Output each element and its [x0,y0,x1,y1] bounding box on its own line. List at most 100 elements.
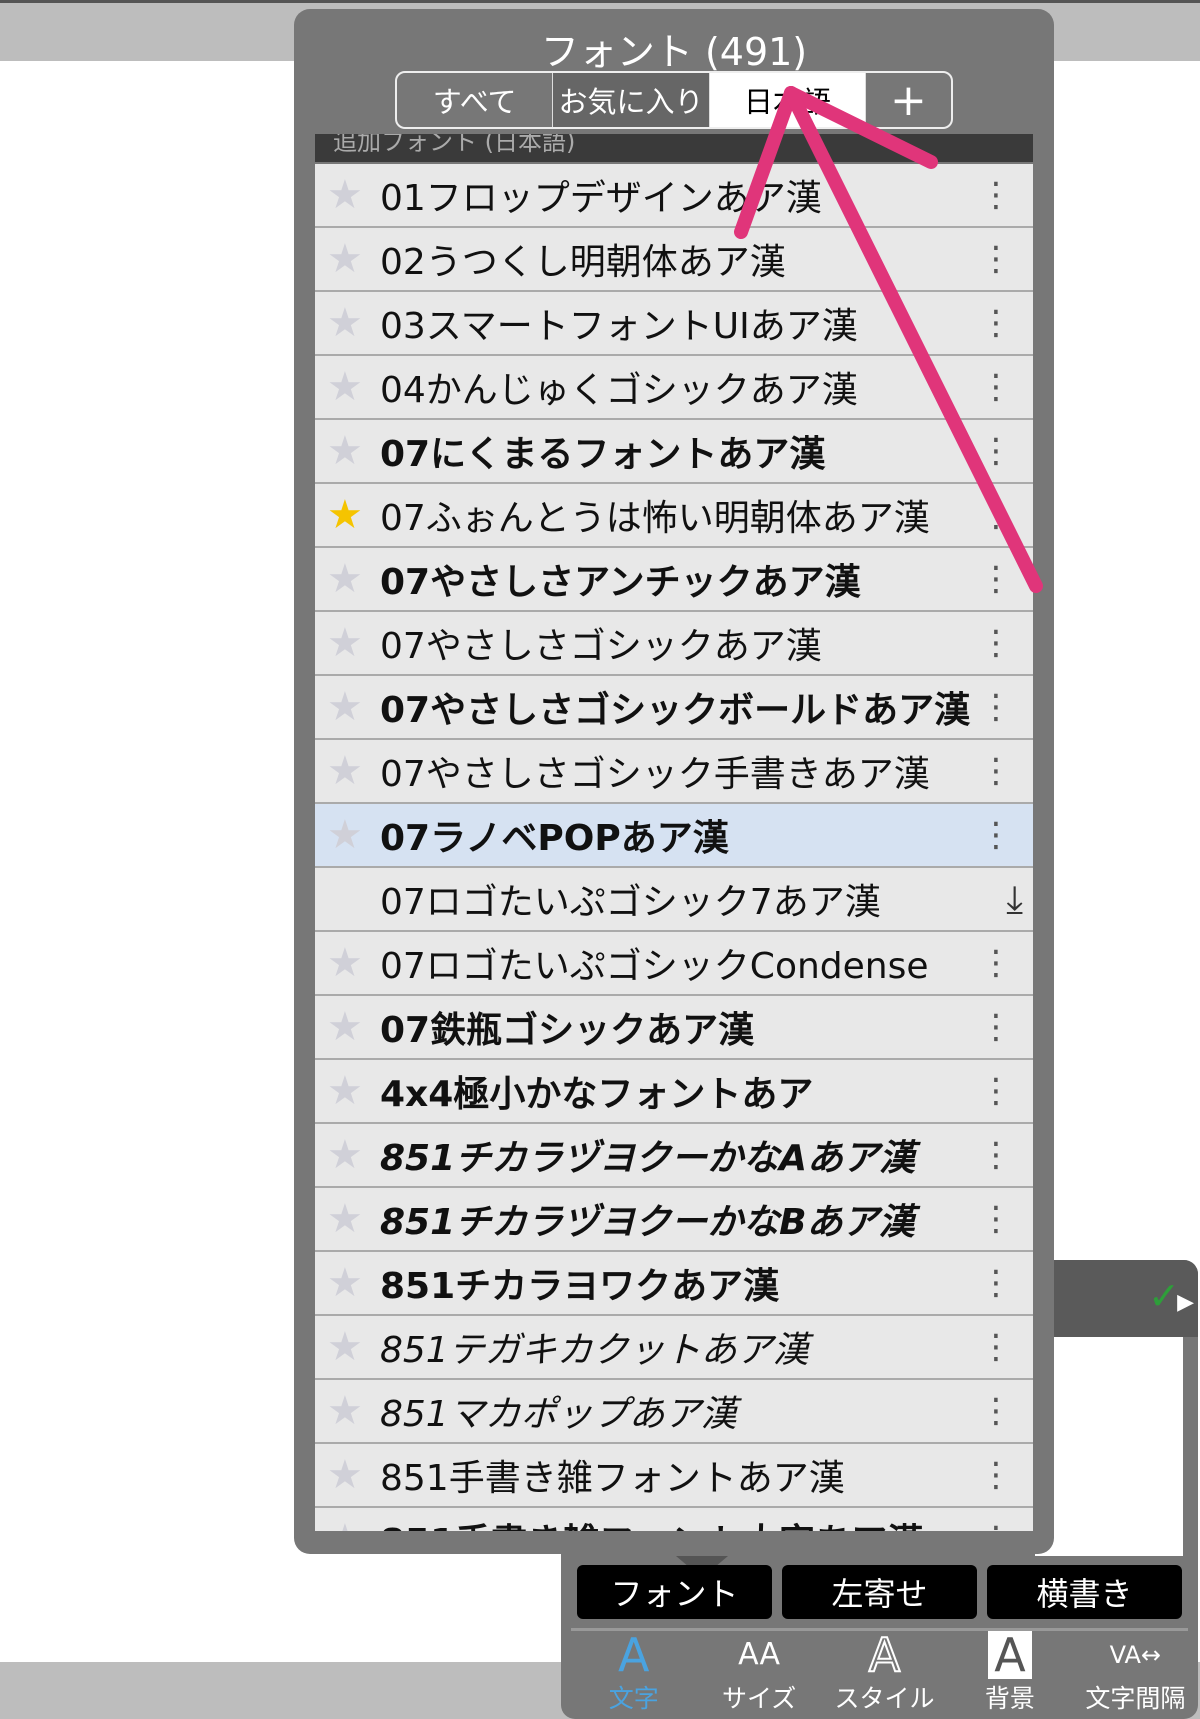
font-list-item[interactable]: ★ 07鉄瓶ゴシックあア漢 ⋮ [315,996,1033,1060]
font-list-item[interactable]: ★ 02うつくし明朝体あア漢 ⋮ [315,228,1033,292]
more-options-icon[interactable]: ⋮ [979,1074,1013,1108]
background-tool[interactable]: A 背景 [947,1631,1072,1719]
size-tool[interactable]: AA サイズ [696,1633,821,1719]
favorite-star-icon[interactable]: ★ [327,556,363,602]
font-list-item[interactable]: ★ 01フロップデザインあア漢 ⋮ [315,164,1033,228]
favorite-star-icon[interactable]: ★ [327,1324,363,1370]
more-options-icon[interactable]: ⋮ [979,1010,1013,1044]
favorite-star-icon[interactable]: ★ [327,1388,363,1434]
favorite-star-icon[interactable]: ★ [327,492,363,538]
font-list-item[interactable]: ★ 04かんじゅくゴシックあア漢 ⋮ [315,356,1033,420]
font-name: 02うつくし明朝体あア漢 [380,242,786,283]
font-list-item[interactable]: 07ロゴたいぷゴシック7あア漢 ⤓ [315,868,1033,932]
more-options-icon[interactable]: ⋮ [979,1522,1013,1531]
font-list-item[interactable]: ★ 851手書き雑フォントあア漢 ⋮ [315,1444,1033,1508]
font-button[interactable]: フォント [577,1565,772,1619]
font-list-item[interactable]: ★ 851手書き雑フォント太字あア漢 ⋮ [315,1508,1033,1531]
section-header: 追加フォント (日本語) [315,134,1033,162]
favorite-star-icon[interactable]: ★ [327,812,363,858]
font-name: 851チカラヨワクあア漢 [380,1266,780,1307]
favorite-star-icon[interactable]: ★ [327,300,363,346]
more-options-icon[interactable]: ⋮ [979,818,1013,852]
download-icon[interactable]: ⤓ [1006,877,1023,922]
font-list-item[interactable]: ★ 07ラノベPOPあア漢 ⋮ [315,804,1033,868]
font-list-item[interactable]: ★ 07やさしさゴシックあア漢 ⋮ [315,612,1033,676]
font-list-item[interactable]: ★ 07ふぉんとうは怖い明朝体あア漢 ⋮ [315,484,1033,548]
more-options-icon[interactable]: ⋮ [979,498,1013,532]
font-list-item[interactable]: ★ 851マカポップあア漢 ⋮ [315,1380,1033,1444]
font-name: 4x4極小かなフォントあア [380,1074,814,1115]
more-options-icon[interactable]: ⋮ [979,1202,1013,1236]
font-name: 07やさしさゴシックボールドあア漢 [380,690,971,731]
style-tool[interactable]: A スタイル [822,1630,947,1719]
font-list-item[interactable]: ★ 07やさしさゴシック手書きあア漢 ⋮ [315,740,1033,804]
font-name: 07ロゴたいぷゴシック7あア漢 [380,882,881,923]
favorite-star-icon[interactable]: ★ [327,236,363,282]
favorite-star-icon[interactable]: ★ [327,620,363,666]
font-list-item[interactable]: ★ 07やさしさアンチックあア漢 ⋮ [315,548,1033,612]
tab-favorites[interactable]: お気に入り [553,73,710,127]
tool-label: サイズ [721,1684,797,1713]
font-list-item[interactable]: ★ 03スマートフォントUIあア漢 ⋮ [315,292,1033,356]
more-options-icon[interactable]: ⋮ [979,754,1013,788]
more-options-icon[interactable]: ⋮ [979,1394,1013,1428]
more-options-icon[interactable]: ⋮ [979,1138,1013,1172]
tab-bar: すべて お気に入り 日本語 + [395,71,953,129]
favorite-star-icon[interactable]: ★ [327,1132,363,1178]
favorite-star-icon[interactable]: ★ [327,748,363,794]
font-list-item[interactable]: ★ 07にくまるフォントあア漢 ⋮ [315,420,1033,484]
font-name: 851手書き雑フォントあア漢 [380,1458,845,1499]
more-options-icon[interactable]: ⋮ [979,946,1013,980]
dialog-title: フォント (491) [540,30,808,74]
more-options-icon[interactable]: ⋮ [979,1330,1013,1364]
favorite-star-icon[interactable]: ★ [327,940,363,986]
favorite-star-icon[interactable]: ★ [327,1196,363,1242]
font-list-item[interactable]: ★ 851テガキカクットあア漢 ⋮ [315,1316,1033,1380]
text-tool-icon: A [617,1628,650,1682]
font-name: 01フロップデザインあア漢 [380,178,822,219]
font-list-item[interactable]: ★ 851チカラヅヨクーかなBあア漢 ⋮ [315,1188,1033,1252]
font-list-item[interactable]: ★ 851チカラヅヨクーかなAあア漢 ⋮ [315,1124,1033,1188]
spacing-tool-icon: VA↔ [1109,1641,1162,1669]
font-list[interactable]: ★ 01フロップデザインあア漢 ⋮ ★ 02うつくし明朝体あア漢 ⋮ ★ 03スマートフォント… [315,164,1033,1531]
tab-japanese[interactable]: 日本語 [709,73,866,127]
check-icon[interactable]: ✓ [1148,1274,1180,1318]
tool-label: 文字間隔 [1085,1684,1186,1713]
more-options-icon[interactable]: ⋮ [979,370,1013,404]
favorite-star-icon[interactable]: ★ [327,684,363,730]
favorite-star-icon[interactable]: ★ [327,1004,363,1050]
more-options-icon[interactable]: ⋮ [979,178,1013,212]
direction-button[interactable]: 横書き [987,1565,1182,1619]
font-list-item[interactable]: ★ 07ロゴたいぷゴシックCondense ⋮ [315,932,1033,996]
more-options-icon[interactable]: ⋮ [979,242,1013,276]
favorite-star-icon[interactable]: ★ [327,428,363,474]
more-options-icon[interactable]: ⋮ [979,1266,1013,1300]
spacing-tool[interactable]: VA↔ 文字間隔 [1073,1633,1198,1719]
favorite-star-icon[interactable]: ★ [327,364,363,410]
align-button[interactable]: 左寄せ [782,1565,977,1619]
font-list-item[interactable]: ★ 4x4極小かなフォントあア ⋮ [315,1060,1033,1124]
tab-all[interactable]: すべて [397,73,554,127]
favorite-star-icon[interactable]: ★ [327,1260,363,1306]
font-name: 07ラノベPOPあア漢 [380,818,729,859]
font-name: 851マカポップあア漢 [380,1394,737,1435]
font-list-item[interactable]: ★ 851チカラヨワクあア漢 ⋮ [315,1252,1033,1316]
font-name: 851手書き雑フォント太字あア漢 [380,1513,973,1531]
favorite-star-icon[interactable]: ★ [327,1068,363,1114]
favorite-star-icon[interactable]: ★ [327,1516,363,1531]
more-options-icon[interactable]: ⋮ [979,1458,1013,1492]
tool-label: 文字 [608,1684,659,1713]
more-options-icon[interactable]: ⋮ [979,562,1013,596]
font-list-item[interactable]: ★ 07やさしさゴシックボールドあア漢 ⋮ [315,676,1033,740]
more-options-icon[interactable]: ⋮ [979,626,1013,660]
more-options-icon[interactable]: ⋮ [979,434,1013,468]
scroll-right-icon[interactable]: ▶ [1177,1290,1194,1315]
more-options-icon[interactable]: ⋮ [979,690,1013,724]
confirm-bar: ✓ [1035,1260,1198,1337]
favorite-star-icon[interactable]: ★ [327,172,363,218]
more-options-icon[interactable]: ⋮ [979,306,1013,340]
favorite-star-icon[interactable]: ★ [327,1452,363,1498]
text-tool[interactable]: A 文字 [571,1628,696,1719]
font-name: 851チカラヅヨクーかなAあア漢 [380,1138,916,1179]
add-tab-button[interactable]: + [866,73,951,127]
